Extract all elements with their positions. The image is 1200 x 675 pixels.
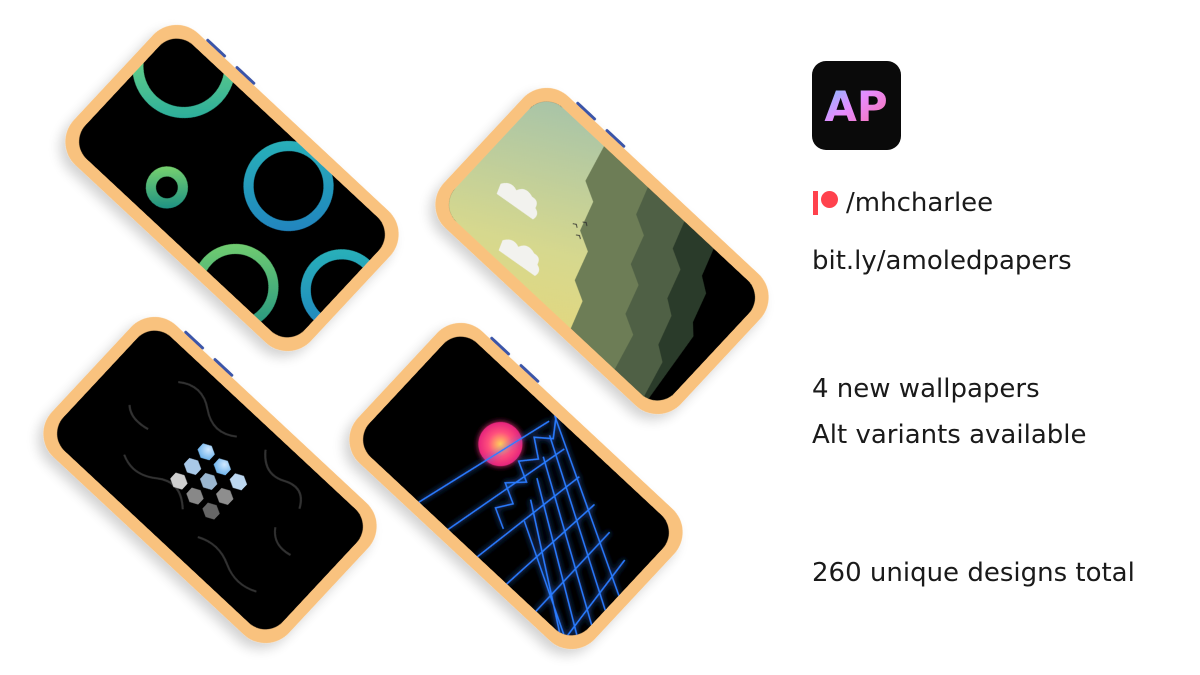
amoled-papers-app-icon: AP <box>812 61 901 150</box>
patreon-icon <box>812 191 842 215</box>
new-wallpapers-text: 4 new wallpapers <box>812 374 1040 404</box>
alt-variants-text: Alt variants available <box>812 420 1087 450</box>
patreon-link[interactable]: /mhcharlee <box>812 186 993 220</box>
phone-hexagons-wallpaper <box>43 316 377 644</box>
patreon-handle: /mhcharlee <box>846 188 994 218</box>
website-link[interactable]: bit.ly/amoledpapers <box>812 246 1072 276</box>
total-designs-text: 260 unique designs total <box>812 558 1135 588</box>
phone-mockups <box>0 0 800 675</box>
info-panel: AP /mhcharlee bit.ly/amoledpapers 4 new … <box>812 0 1192 675</box>
app-icon-letters: AP <box>824 82 887 131</box>
phone-rings-wallpaper <box>65 24 399 352</box>
